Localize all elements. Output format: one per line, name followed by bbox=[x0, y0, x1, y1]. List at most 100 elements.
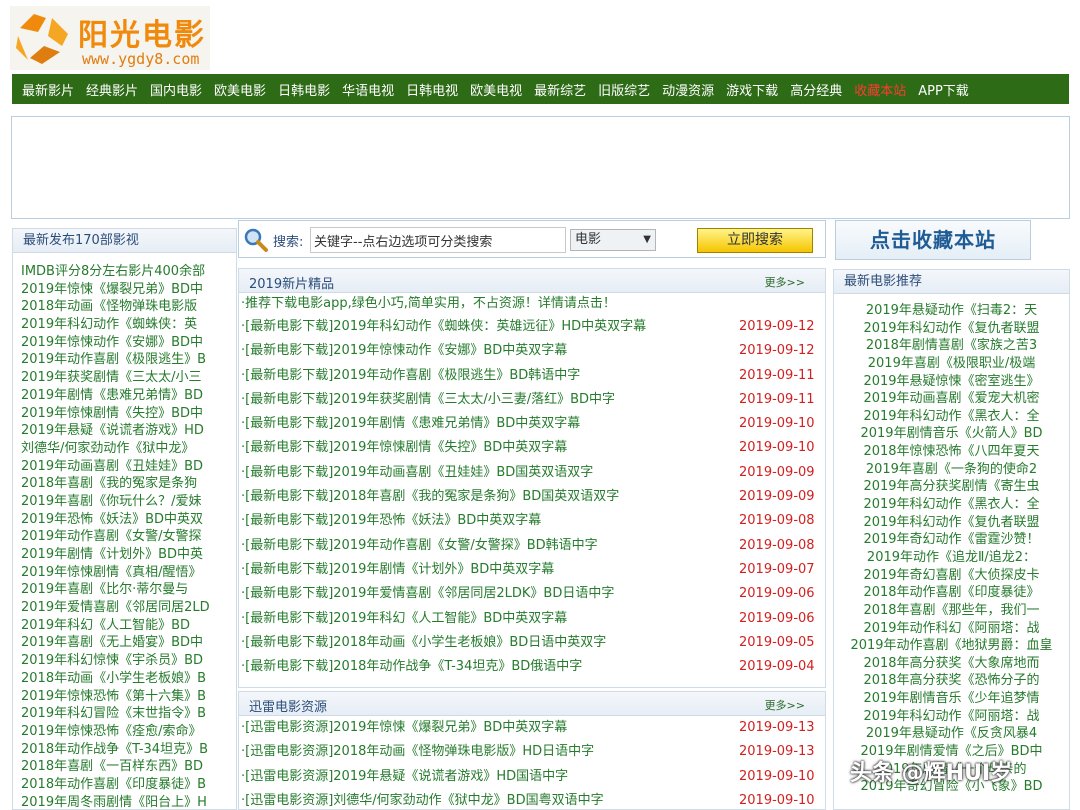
movie-link[interactable]: ·[最新电影下载]2019年惊悚动作《安娜》BD中英双字幕 bbox=[241, 339, 567, 363]
list-item[interactable]: 2019年喜剧《你玩什么？/爱妹 bbox=[21, 493, 236, 511]
nav-item-chinese-tv[interactable]: 华语电视 bbox=[342, 80, 394, 99]
list-item[interactable]: 2019年喜剧《无上婚宴》BD中 bbox=[21, 634, 236, 652]
movie-link[interactable]: ·[最新电影下载]2019年动画喜剧《丑娃娃》BD国英双语双字 bbox=[241, 461, 593, 485]
movie-link[interactable]: ·[最新电影下载]2019年获奖剧情《三太太/小三妻/落红》BD中字 bbox=[241, 388, 615, 412]
list-item[interactable]: 2019年奇幻喜剧《大侦探皮卡 bbox=[834, 567, 1069, 585]
list-item[interactable]: 2019年剧情《计划外》BD中英 bbox=[21, 546, 236, 564]
list-item[interactable]: 2019年科幻冒险《末世指令》B bbox=[21, 705, 236, 723]
list-item[interactable]: 2018年动作喜剧《印度暴徒》 bbox=[834, 584, 1069, 602]
search-button[interactable]: 立即搜索 bbox=[697, 228, 813, 253]
list-item[interactable]: 2019年奇幻动作《雷霆沙赞！ bbox=[834, 531, 1069, 549]
movie-link[interactable]: ·[最新电影下载]2018年喜剧《我的冤家是条狗》BD国英双语双字 bbox=[241, 485, 619, 509]
nav-item-classic[interactable]: 经典影片 bbox=[86, 80, 138, 99]
list-item[interactable]: 2018年喜剧《一百样东西》BD bbox=[21, 758, 236, 776]
list-item[interactable]: 2019年科幻动作《阿丽塔：战 bbox=[834, 708, 1069, 726]
nav-item-app[interactable]: APP下载 bbox=[918, 80, 969, 99]
list-item[interactable]: 2019年惊悚动作《安娜》BD中 bbox=[21, 334, 236, 352]
list-item[interactable]: 2018年动作战争《T-34坦克》B bbox=[21, 741, 236, 759]
list-item[interactable]: 2019年科幻《人工智能》BD bbox=[21, 617, 236, 635]
thunder-more-link[interactable]: 更多>> bbox=[765, 697, 805, 713]
new-movies-more-link[interactable]: 更多>> bbox=[765, 274, 805, 290]
movie-link[interactable]: ·[最新电影下载]2019年恐怖《妖法》BD中英双字幕 bbox=[241, 509, 541, 533]
list-item[interactable]: 2018年剧情喜剧《家族之苦3 bbox=[834, 337, 1069, 355]
list-item[interactable]: 2019年动作喜剧《女警/女警探 bbox=[21, 528, 236, 546]
list-item[interactable]: 2019年惊悚剧情《失控》BD中 bbox=[21, 405, 236, 423]
list-item[interactable]: 2018年惊悚恐怖《八四年夏天 bbox=[834, 443, 1069, 461]
list-item[interactable]: 2018年动作喜剧《印度暴徒》B bbox=[21, 776, 236, 794]
list-item[interactable]: 2019年惊悚恐怖《痊愈/索命》 bbox=[21, 723, 236, 741]
list-item[interactable]: 2019年惊悚《爆裂兄弟》BD中 bbox=[21, 281, 236, 299]
movie-link[interactable]: ·[最新电影下载]2019年爱情喜剧《邻居同居2LDK》BD日语中字 bbox=[241, 582, 614, 606]
nav-item-anime[interactable]: 动漫资源 bbox=[662, 80, 714, 99]
nav-item-top-rated[interactable]: 高分经典 bbox=[790, 80, 842, 99]
movie-link[interactable]: ·[最新电影下载]2019年科幻《人工智能》BD中英双字幕 bbox=[241, 607, 567, 631]
list-item[interactable]: 2019年惊悚剧情《真相/醒悟》 bbox=[21, 564, 236, 582]
list-item[interactable]: 2019年剧情《患难兄弟情》BD bbox=[21, 387, 236, 405]
bookmark-site-button[interactable]: 点击收藏本站 bbox=[835, 220, 1031, 260]
movie-link[interactable]: ·[迅雷电影资源]刘德华/何家劲动作《狱中龙》BD国粤双语中字 bbox=[241, 789, 604, 809]
list-item[interactable]: 2019年科幻动作《蜘蛛侠：英 bbox=[21, 316, 236, 334]
movie-link[interactable]: ·[迅雷电影资源]2019年悬疑《说谎者游戏》HD国语中字 bbox=[241, 765, 568, 789]
list-item[interactable]: 2019年喜剧《一条狗的使命2 bbox=[834, 461, 1069, 479]
nav-item-latest[interactable]: 最新影片 bbox=[22, 80, 74, 99]
list-item[interactable]: 2019年科幻动作《复仇者联盟 bbox=[834, 514, 1069, 532]
list-item[interactable]: 2019年科幻动作《黑衣人：全 bbox=[834, 496, 1069, 514]
movie-link[interactable]: ·[最新电影下载]2019年剧情《患难兄弟情》BD中英双字幕 bbox=[241, 412, 580, 436]
search-category-select[interactable]: 电影 ▼ bbox=[570, 229, 656, 251]
nav-item-jpkr-movie[interactable]: 日韩电影 bbox=[278, 80, 330, 99]
movie-link[interactable]: ·[最新电影下载]2019年科幻动作《蜘蛛侠：英雄远征》HD中英双字幕 bbox=[241, 315, 646, 339]
nav-item-bookmark[interactable]: 收藏本站 bbox=[854, 80, 906, 99]
list-item[interactable]: 2019年惊悚恐怖《第十六集》B bbox=[21, 688, 236, 706]
list-item[interactable]: 2019年悬疑惊悚《密室逃生》 bbox=[834, 373, 1069, 391]
nav-item-old-variety[interactable]: 旧版综艺 bbox=[598, 80, 650, 99]
nav-item-western-tv[interactable]: 欧美电视 bbox=[470, 80, 522, 99]
list-item[interactable]: 2018年动画《怪物弹珠电影版 bbox=[21, 298, 236, 316]
movie-link[interactable]: ·[最新电影下载]2018年动作战争《T-34坦克》BD俄语中字 bbox=[241, 655, 582, 679]
list-item[interactable]: 2019年剧情音乐《少年追梦情 bbox=[834, 690, 1069, 708]
list-item[interactable]: 2019年科幻惊悚《宇杀员》BD bbox=[21, 652, 236, 670]
list-item[interactable]: 2018年喜剧《那些年，我们一 bbox=[834, 602, 1069, 620]
list-item[interactable]: 2018年喜剧《我的冤家是条狗 bbox=[21, 475, 236, 493]
nav-item-western[interactable]: 欧美电影 bbox=[214, 80, 266, 99]
list-item[interactable]: 2018年动画《小学生老板娘》B bbox=[21, 670, 236, 688]
list-item[interactable]: 刘德华/何家劲动作《狱中龙》 bbox=[21, 440, 236, 458]
release-date: 2019-09-06 bbox=[739, 610, 815, 626]
list-item[interactable]: 2019年科幻动作《复仇者联盟 bbox=[834, 320, 1069, 338]
list-item[interactable]: 2019年动画喜剧《丑娃娃》BD bbox=[21, 458, 236, 476]
nav-item-jpkr-tv[interactable]: 日韩电视 bbox=[406, 80, 458, 99]
list-item[interactable]: 2018年高分获奖《恐怖分子的 bbox=[834, 672, 1069, 690]
list-item[interactable]: 2018年高分获奖《大象席地而 bbox=[834, 655, 1069, 673]
nav-item-variety[interactable]: 最新综艺 bbox=[534, 80, 586, 99]
nav-item-domestic[interactable]: 国内电影 bbox=[150, 80, 202, 99]
release-date: 2019-09-04 bbox=[739, 659, 815, 675]
movie-link[interactable]: ·[迅雷电影资源]2018年动画《怪物弹珠电影版》HD日语中字 bbox=[241, 740, 594, 764]
list-item[interactable]: 2019年悬疑动作《扫毒2：天 bbox=[834, 302, 1069, 320]
list-item[interactable]: 2019年动作《追龙Ⅱ/追龙2： bbox=[834, 549, 1069, 567]
movie-link[interactable]: ·[迅雷电影资源]2019年惊悚《爆裂兄弟》BD中英双字幕 bbox=[241, 716, 567, 740]
list-item[interactable]: 2019年科幻动作《黑衣人：全 bbox=[834, 408, 1069, 426]
list-item[interactable]: 2019年高分获奖剧情《寄生虫 bbox=[834, 478, 1069, 496]
list-item[interactable]: 2019年动作科幻《阿丽塔：战 bbox=[834, 620, 1069, 638]
list-item[interactable]: 2019年喜剧《极限职业/极端 bbox=[834, 355, 1069, 373]
list-item[interactable]: 2019年喜剧《比尔·蒂尔曼与 bbox=[21, 581, 236, 599]
site-logo[interactable]: 阳光电影 www.ygdy8.com bbox=[10, 6, 210, 70]
movie-link[interactable]: ·[最新电影下载]2019年剧情《计划外》BD中英双字幕 bbox=[241, 558, 554, 582]
movie-link[interactable]: ·[最新电影下载]2019年惊悚剧情《失控》BD中英双字幕 bbox=[241, 436, 567, 460]
list-item[interactable]: 2019年悬疑动作《反贪风暴4 bbox=[834, 725, 1069, 743]
movie-link[interactable]: ·[最新电影下载]2018年动画《小学生老板娘》BD日语中英双字 bbox=[241, 631, 606, 655]
movie-link[interactable]: ·[最新电影下载]2019年动作喜剧《极限逃生》BD韩语中字 bbox=[241, 364, 580, 388]
search-input[interactable] bbox=[310, 227, 566, 253]
list-item[interactable]: 2019年剧情音乐《火箭人》BD bbox=[834, 425, 1069, 443]
list-item[interactable]: 2019年爱情喜剧《邻居同居2LD bbox=[21, 599, 236, 617]
movie-link[interactable]: ·[最新电影下载]2019年动作喜剧《女警/女警探》BD韩语中字 bbox=[241, 534, 598, 558]
list-item[interactable]: 2019年动作喜剧《极限逃生》B bbox=[21, 351, 236, 369]
list-item[interactable]: 2019年获奖剧情《三太太/小三 bbox=[21, 369, 236, 387]
list-item[interactable]: 2019年动画喜剧《爱宠大机密 bbox=[834, 390, 1069, 408]
list-item[interactable]: 2019年悬疑《说谎者游戏》HD bbox=[21, 422, 236, 440]
app-notice-link[interactable]: ·推荐下载电影app,绿色小巧,简单实用，不占资源！详情请点击！ bbox=[239, 293, 825, 315]
nav-item-games[interactable]: 游戏下载 bbox=[726, 80, 778, 99]
list-item[interactable]: IMDB评分8分左右影片400余部 bbox=[21, 263, 236, 281]
list-item[interactable]: 2019年动作喜剧《地狱男爵：血皇 bbox=[834, 637, 1069, 655]
list-item[interactable]: 2019年周冬雨剧情《阳台上》H bbox=[21, 794, 236, 809]
list-item[interactable]: 2019年恐怖《妖法》BD中英双 bbox=[21, 511, 236, 529]
